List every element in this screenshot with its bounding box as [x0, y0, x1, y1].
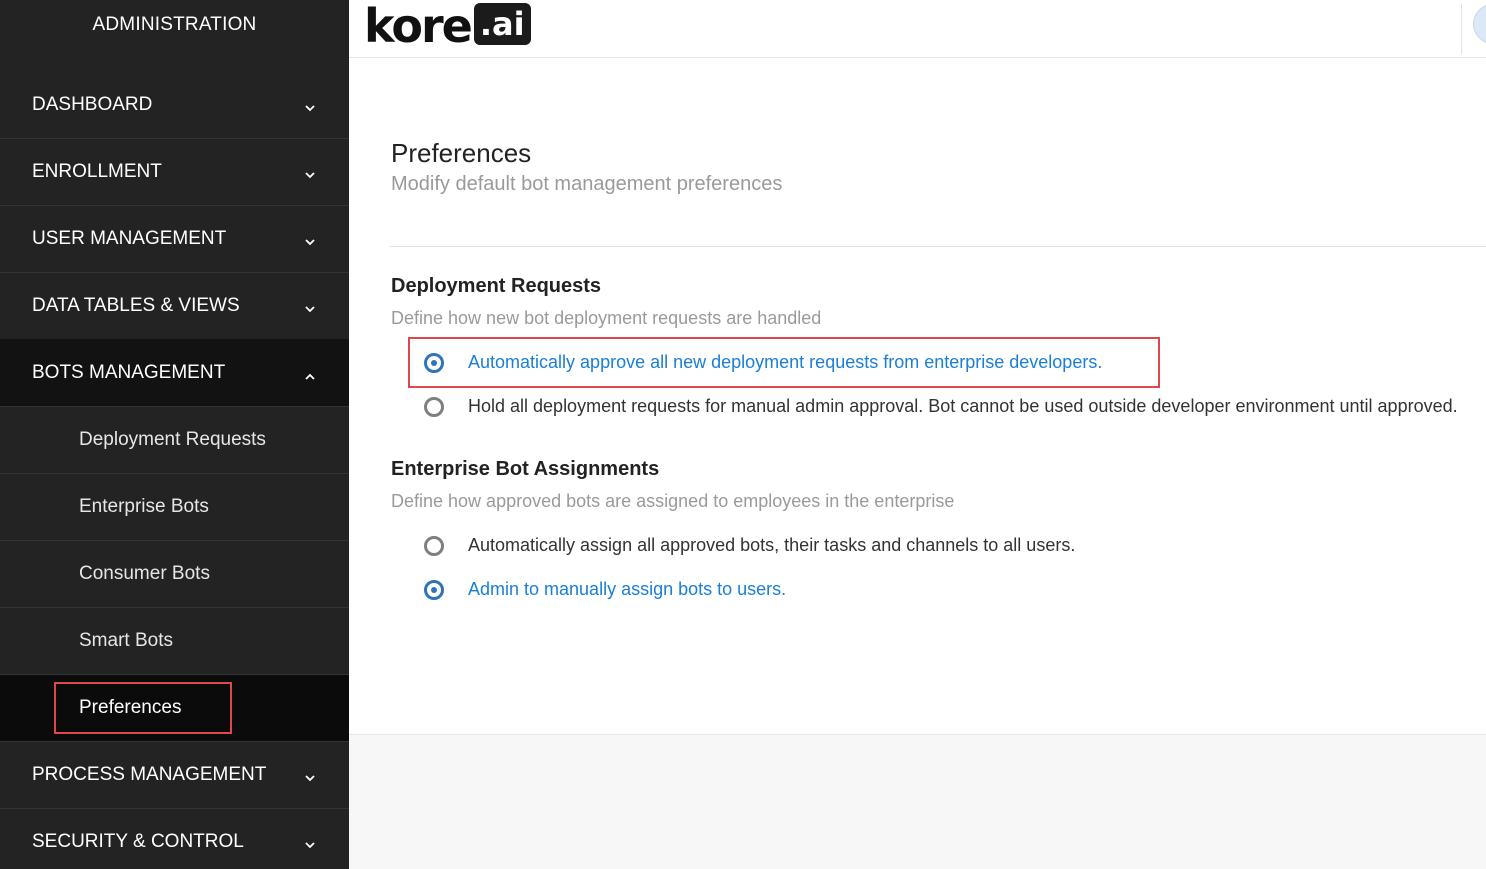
- radio-button-selected[interactable]: [424, 579, 444, 600]
- nav-enrollment[interactable]: ENROLLMENT: [0, 138, 349, 205]
- nav-dashboard-label: DASHBOARD: [32, 93, 153, 115]
- radio-button[interactable]: [424, 396, 444, 417]
- auto-approve-label: Automatically approve all new deployment…: [468, 352, 1103, 372]
- chevron-down-icon: [305, 842, 315, 852]
- radio-button[interactable]: [424, 535, 444, 556]
- auto-approve-option[interactable]: Automatically approve all new deployment…: [424, 352, 1102, 373]
- chevron-down-icon: [305, 239, 315, 249]
- auto-assign-option[interactable]: Automatically assign all approved bots, …: [424, 535, 1075, 556]
- nav-data-tables-views[interactable]: DATA TABLES & VIEWS: [0, 272, 349, 339]
- nav-dashboard[interactable]: DASHBOARD: [0, 71, 349, 138]
- subnav-label: Consumer Bots: [79, 563, 210, 584]
- chevron-down-icon: [305, 104, 315, 115]
- logo-text: kore: [364, 0, 473, 53]
- nav-process-management[interactable]: PROCESS MANAGEMENT: [0, 741, 349, 808]
- subnav-label: Preferences: [79, 697, 182, 718]
- nav-bots-management-label: BOTS MANAGEMENT: [32, 362, 226, 383]
- header-divider: [1461, 4, 1462, 54]
- chevron-down-icon: [305, 172, 315, 182]
- page-subtitle: Modify default bot management preference…: [391, 173, 783, 195]
- divider: [390, 246, 1486, 247]
- assignment-section-title: Enterprise Bot Assignments: [391, 458, 660, 480]
- preferences-panel: Preferences Modify default bot managemen…: [349, 58, 1486, 735]
- avatar[interactable]: [1473, 4, 1486, 44]
- subnav-label: Deployment Requests: [79, 429, 266, 450]
- auto-assign-label: Automatically assign all approved bots, …: [468, 535, 1076, 555]
- deployment-section-description: Define how new bot deployment requests a…: [391, 308, 822, 328]
- page-title: Preferences: [391, 138, 532, 168]
- kore-ai-logo[interactable]: kore .ai: [364, 2, 531, 50]
- manual-assign-option[interactable]: Admin to manually assign bots to users.: [424, 579, 786, 600]
- deployment-section-title: Deployment Requests: [391, 275, 602, 297]
- nav-enrollment-label: ENROLLMENT: [32, 161, 162, 182]
- radio-button-selected[interactable]: [424, 352, 444, 373]
- assignment-section-description: Define how approved bots are assigned to…: [391, 491, 955, 511]
- hold-requests-option[interactable]: Hold all deployment requests for manual …: [424, 396, 1458, 417]
- hold-requests-label: Hold all deployment requests for manual …: [468, 396, 1458, 416]
- subnav-smart-bots[interactable]: Smart Bots: [0, 607, 349, 674]
- logo-suffix: .ai: [473, 3, 531, 45]
- nav-security-control[interactable]: SECURITY & CONTROL: [0, 808, 349, 869]
- subnav-consumer-bots[interactable]: Consumer Bots: [0, 540, 349, 607]
- subnav-enterprise-bots[interactable]: Enterprise Bots: [0, 473, 349, 540]
- nav-user-management[interactable]: USER MANAGEMENT: [0, 205, 349, 272]
- nav-security-control-label: SECURITY & CONTROL: [32, 831, 244, 852]
- manual-assign-label: Admin to manually assign bots to users.: [468, 579, 787, 599]
- admin-sidebar: ADMINISTRATION DASHBOARD ENROLLMENT USER…: [0, 0, 349, 869]
- chevron-up-icon: [305, 373, 315, 383]
- chevron-down-icon: [305, 775, 315, 785]
- nav-data-tables-label: DATA TABLES & VIEWS: [32, 295, 240, 316]
- subnav-preferences[interactable]: Preferences: [0, 674, 349, 741]
- subnav-deployment-requests[interactable]: Deployment Requests: [0, 406, 349, 473]
- chevron-down-icon: [305, 306, 315, 316]
- nav-process-management-label: PROCESS MANAGEMENT: [32, 764, 267, 785]
- sidebar-title: ADMINISTRATION: [92, 14, 257, 35]
- subnav-label: Smart Bots: [79, 630, 173, 651]
- nav-bots-management[interactable]: BOTS MANAGEMENT: [0, 339, 349, 406]
- top-header: kore .ai: [349, 0, 1486, 58]
- subnav-label: Enterprise Bots: [79, 496, 209, 517]
- nav-user-management-label: USER MANAGEMENT: [32, 228, 227, 249]
